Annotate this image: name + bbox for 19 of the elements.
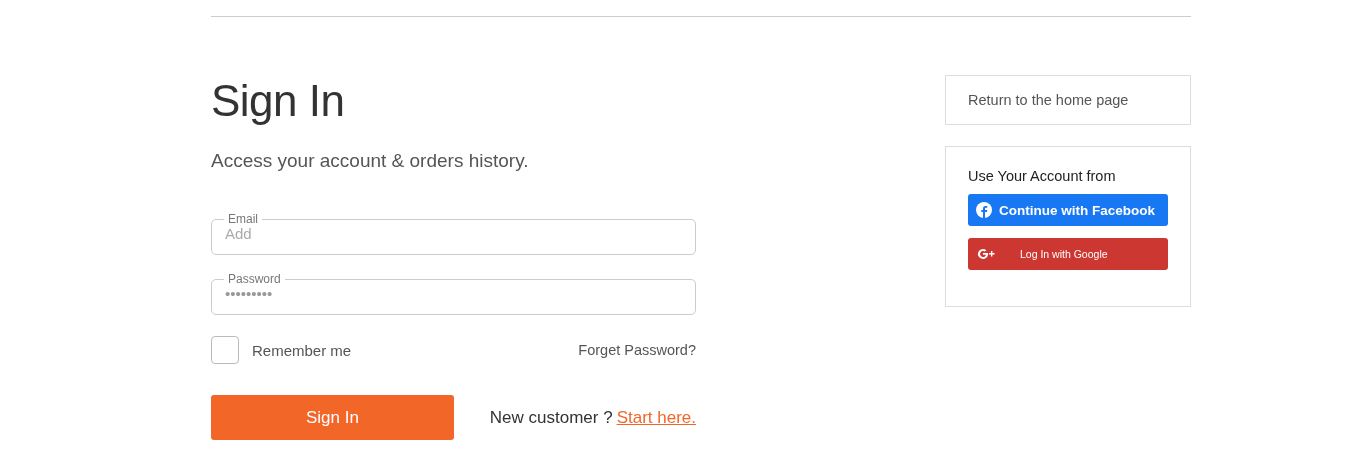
text-input[interactable]: Add xyxy=(225,225,682,242)
remember-checkbox[interactable] xyxy=(211,336,239,364)
sign-in-button[interactable]: Sign In xyxy=(211,395,454,440)
field-label: Password xyxy=(227,273,282,285)
text-input[interactable]: ••••••••• xyxy=(225,285,682,302)
home-page-link[interactable]: Return to the home page xyxy=(945,75,1191,125)
forgot-password-link[interactable]: Forget Password? xyxy=(578,342,696,358)
field-label: Email xyxy=(227,213,259,225)
facebook-icon xyxy=(976,202,992,218)
start-here-link[interactable]: Start here. xyxy=(616,407,696,428)
input-field[interactable]: Email Add xyxy=(211,213,696,255)
facebook-login-button[interactable]: Continue with Facebook xyxy=(968,194,1168,226)
input-field[interactable]: Password ••••••••• xyxy=(211,273,696,315)
social-login-title: Use Your Account from xyxy=(968,167,1117,185)
remember-label: Remember me xyxy=(252,341,352,359)
page-heading: Sign In xyxy=(211,75,346,127)
new-customer-text: New customer ? xyxy=(489,407,613,428)
subtitle: Access your account & orders history. xyxy=(211,149,530,173)
google-login-button[interactable]: Log In with Google xyxy=(968,238,1168,270)
